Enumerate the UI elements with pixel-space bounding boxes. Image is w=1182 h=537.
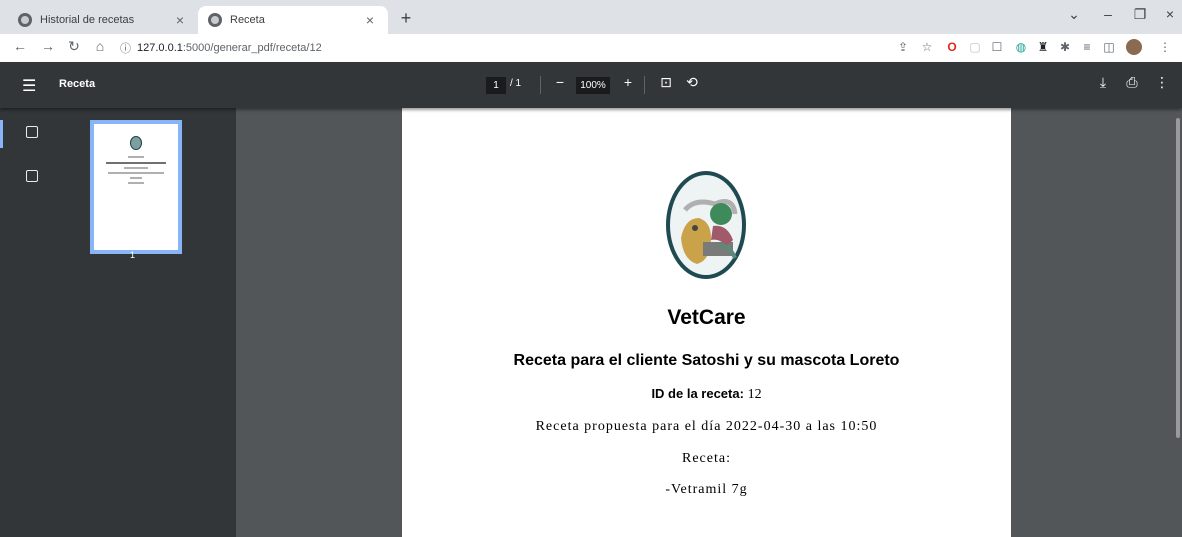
tab-title: Historial de recetas: [40, 14, 135, 26]
prescription-id-value: 12: [747, 387, 762, 402]
forward-icon[interactable]: →: [38, 38, 58, 54]
tab-title: Receta: [230, 14, 265, 26]
pdf-page: VetCare Receta para el cliente Satoshi y…: [402, 108, 1011, 537]
extension-icon[interactable]: ☐: [990, 40, 1004, 54]
page-total: / 1: [510, 78, 522, 89]
navigation-bar: ← → ↻ ⌂ ⓘ 127.0.0.1 :5000/generar_pdf/re…: [0, 34, 1182, 62]
zoom-input[interactable]: 100%: [576, 77, 610, 94]
prescription-heading: Receta para el cliente Satoshi y su masc…: [513, 352, 900, 369]
globe-icon: [18, 13, 32, 27]
close-icon[interactable]: ×: [172, 12, 188, 28]
address-bar[interactable]: ⓘ 127.0.0.1 :5000/generar_pdf/receta/12: [120, 38, 322, 58]
extension-icon[interactable]: ♜: [1036, 40, 1050, 54]
tab-historial-de-recetas[interactable]: Historial de recetas ×: [8, 6, 198, 34]
globe-icon: [208, 13, 222, 27]
close-icon[interactable]: ×: [362, 12, 378, 28]
minimize-icon[interactable]: –: [1096, 6, 1120, 22]
side-panel-icon[interactable]: ◫: [1102, 40, 1116, 54]
zoom-in-icon[interactable]: +: [618, 74, 638, 90]
prescription-id-line: ID de la receta: 12: [402, 386, 1011, 403]
download-icon[interactable]: ⤓: [1093, 74, 1113, 91]
bookmark-star-icon[interactable]: ☆: [920, 40, 934, 54]
thumbnail-page-number: 1: [130, 250, 136, 260]
info-icon[interactable]: ⓘ: [120, 40, 131, 56]
more-menu-icon[interactable]: ⋮: [1158, 40, 1172, 54]
opera-extension-icon[interactable]: O: [945, 40, 959, 54]
brand-title: VetCare: [667, 306, 746, 329]
more-options-icon[interactable]: ⋮: [1152, 74, 1172, 91]
rotate-icon[interactable]: ⟲: [682, 74, 702, 91]
maximize-icon[interactable]: ❐: [1128, 6, 1152, 23]
menu-icon[interactable]: ☰: [22, 76, 36, 96]
reading-list-icon[interactable]: ≡: [1080, 40, 1094, 54]
reload-icon[interactable]: ↻: [64, 38, 84, 55]
home-icon[interactable]: ⌂: [90, 38, 110, 54]
zoom-out-icon[interactable]: −: [550, 74, 570, 90]
profile-avatar[interactable]: [1126, 39, 1142, 55]
page-thumbnail[interactable]: [90, 120, 182, 254]
tab-strip: Historial de recetas × Receta × + ⌄ – ❐ …: [0, 0, 1182, 34]
tab-receta[interactable]: Receta ×: [198, 6, 388, 34]
pdf-sidebar: 1: [0, 108, 236, 537]
toolbar-divider: [644, 76, 645, 94]
print-icon[interactable]: ⎙: [1122, 74, 1142, 91]
puzzle-icon[interactable]: ✱: [1058, 40, 1072, 54]
outline-icon[interactable]: [26, 170, 38, 182]
thumbnails-icon[interactable]: [26, 126, 38, 138]
document-title: Receta: [59, 78, 96, 90]
scrollbar-thumb[interactable]: [1176, 118, 1180, 438]
back-icon[interactable]: ←: [10, 38, 30, 54]
extension-icon[interactable]: ▢: [968, 40, 982, 54]
tab-search-icon[interactable]: ⌄: [1062, 6, 1086, 23]
page-number-input[interactable]: 1: [486, 77, 506, 94]
url-path: :5000/generar_pdf/receta/12: [182, 42, 322, 54]
prescription-label: Receta:: [682, 451, 731, 466]
new-tab-button[interactable]: +: [394, 8, 418, 29]
extension-icon[interactable]: ◍: [1014, 40, 1028, 54]
pdf-viewport[interactable]: VetCare Receta para el cliente Satoshi y…: [236, 108, 1182, 537]
pdf-toolbar: ☰ Receta 1 / 1 − 100% + ⊡ ⟲ ⤓ ⎙ ⋮: [0, 62, 1182, 108]
thumbnail-logo: [130, 136, 142, 150]
vetcare-logo: [666, 171, 746, 279]
fit-page-icon[interactable]: ⊡: [656, 74, 676, 91]
prescription-date: Receta propuesta para el día 2022-04-30 …: [535, 419, 878, 434]
prescription-item: -Vetramil 7g: [665, 482, 748, 497]
toolbar-divider: [540, 76, 541, 94]
window-close-icon[interactable]: ×: [1158, 6, 1182, 22]
active-indicator: [0, 120, 3, 148]
vertical-scrollbar[interactable]: [1174, 108, 1182, 537]
url-host: 127.0.0.1: [137, 42, 183, 54]
prescription-id-label: ID de la receta:: [651, 386, 744, 401]
share-icon[interactable]: ⇪: [896, 40, 910, 54]
